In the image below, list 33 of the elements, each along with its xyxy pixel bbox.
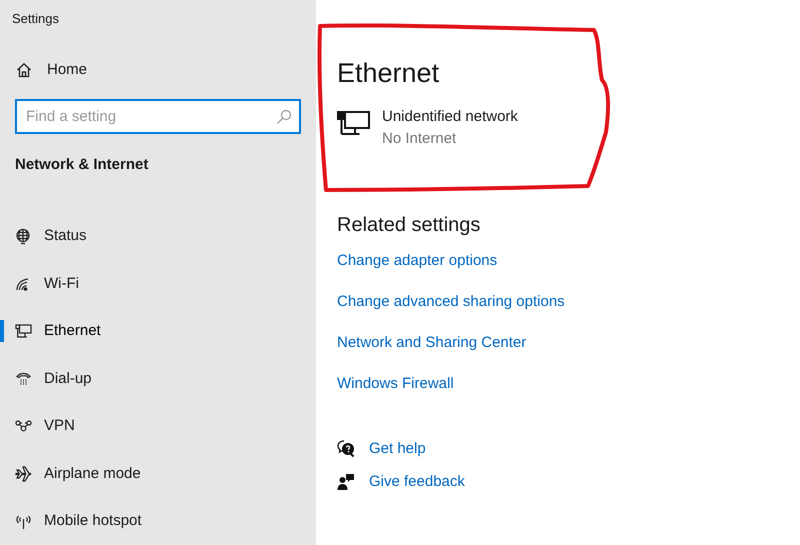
- search-field[interactable]: Find a setting: [15, 99, 301, 134]
- page-title: Ethernet: [337, 57, 440, 90]
- nav-item[interactable]: Status: [14, 225, 95, 248]
- settings-link[interactable]: Change advanced sharing options: [337, 290, 565, 313]
- nav-item[interactable]: Airplane mode: [14, 462, 149, 485]
- home-icon: [16, 62, 32, 78]
- nav-item[interactable]: Dial-up: [14, 368, 100, 390]
- feedback-icon: [337, 473, 355, 491]
- search-icon: [276, 109, 292, 125]
- airplane-icon: [14, 465, 32, 482]
- network-icon: [14, 324, 32, 339]
- network-icon: [337, 110, 371, 138]
- wifi-icon: [15, 276, 31, 292]
- vpn-icon: [14, 420, 32, 432]
- nav-item[interactable]: Ethernet: [14, 320, 109, 342]
- help-link[interactable]: Give feedback: [369, 472, 465, 492]
- help-link[interactable]: Get help: [369, 439, 426, 459]
- globe-icon: [14, 228, 32, 245]
- settings-link[interactable]: Network and Sharing Center: [337, 331, 526, 354]
- section-heading: Related settings: [337, 213, 480, 238]
- nav-item[interactable]: Wi-Fi: [14, 272, 87, 295]
- hotspot-icon: [14, 514, 32, 529]
- home-link[interactable]: Home: [0, 50, 96, 90]
- network-name: Unidentified network: [382, 107, 518, 127]
- window-title: Settings: [11, 10, 59, 28]
- section-heading: Network & Internet: [14, 155, 148, 175]
- help-icon: [337, 440, 355, 458]
- settings-link[interactable]: Windows Firewall: [337, 372, 454, 395]
- nav-item[interactable]: VPN: [14, 415, 83, 438]
- settings-link[interactable]: Change adapter options: [337, 249, 498, 272]
- phone-icon: [16, 371, 30, 386]
- nav-item[interactable]: Mobile hotspot: [14, 510, 150, 532]
- network-status: No Internet: [382, 129, 458, 149]
